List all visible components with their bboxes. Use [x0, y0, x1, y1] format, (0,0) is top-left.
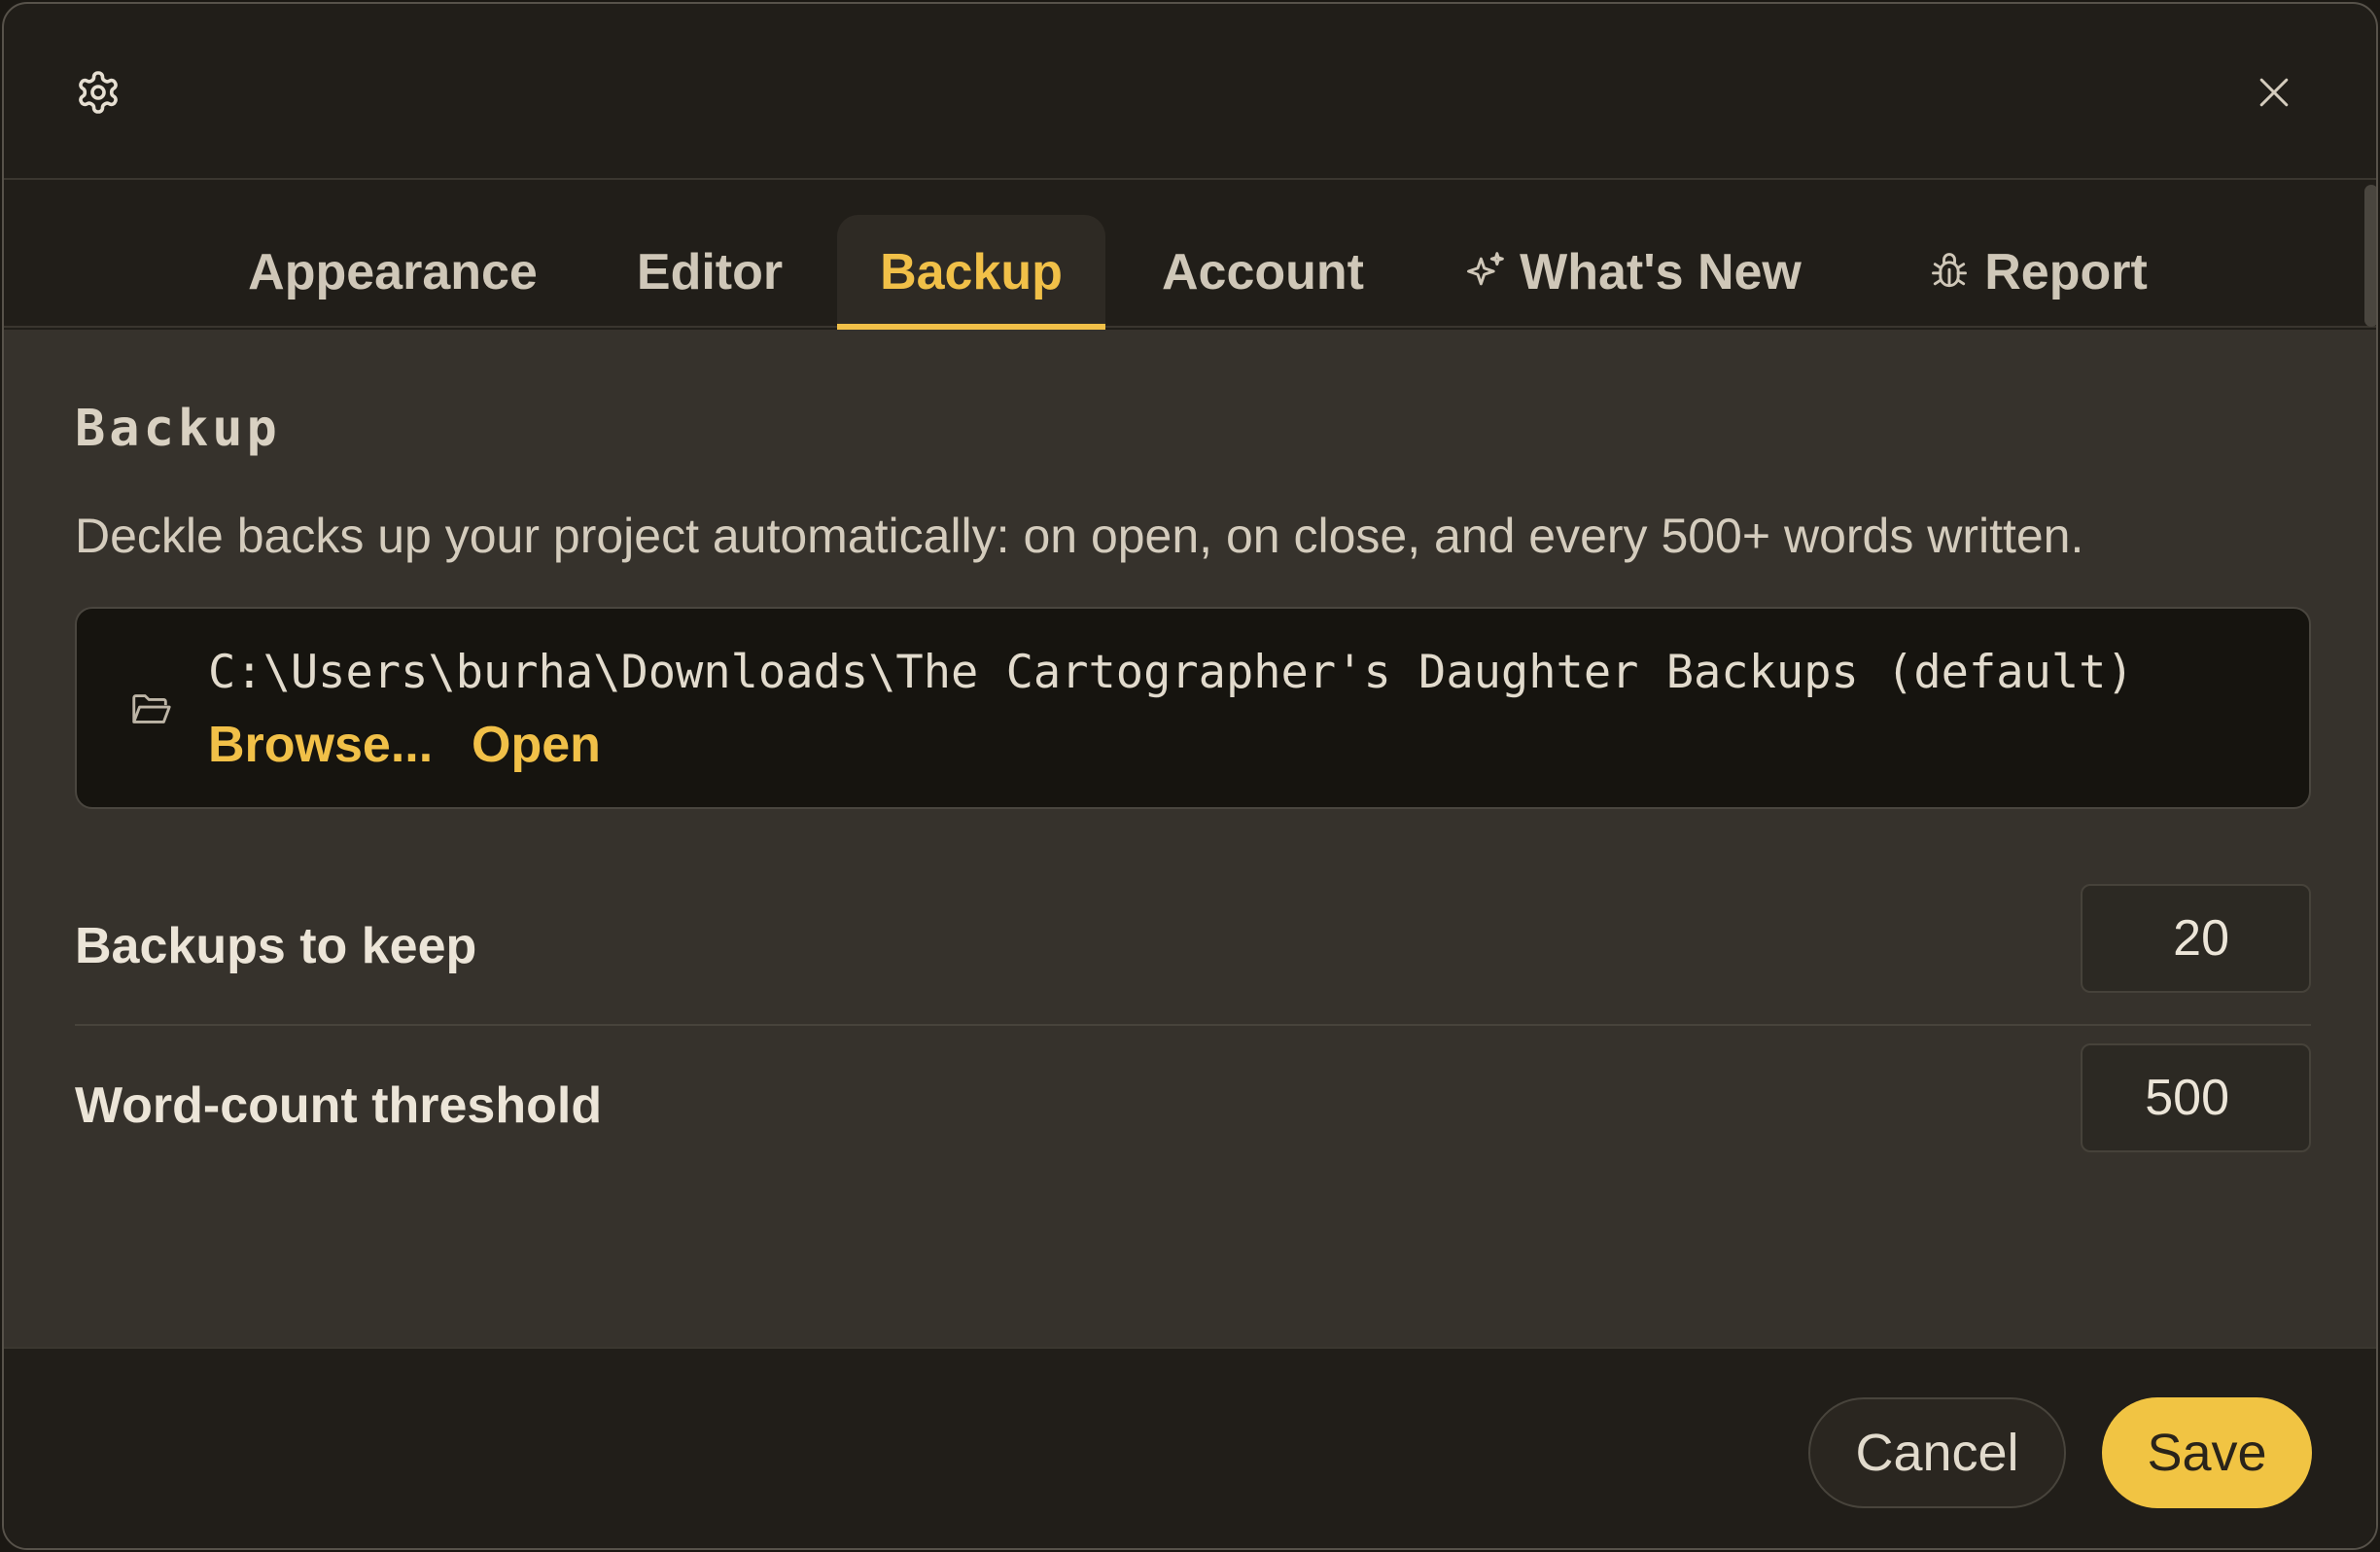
tab-editor[interactable]: Editor	[612, 215, 807, 328]
tab-label: Report	[1984, 244, 2148, 300]
scrollbar-thumb[interactable]	[2364, 185, 2376, 327]
backups-to-keep-row: Backups to keep	[75, 866, 2311, 1026]
tab-label: Editor	[636, 244, 784, 300]
backup-path: C:\Users\burha\Downloads\The Cartographe…	[208, 646, 2134, 699]
save-button[interactable]: Save	[2102, 1397, 2312, 1508]
tab-label: Appearance	[248, 244, 538, 300]
folder-icon	[132, 694, 171, 723]
dialog-header	[4, 4, 2376, 180]
settings-dialog: Appearance Editor Backup Account What's …	[2, 2, 2378, 1550]
tab-backup[interactable]: Backup	[837, 215, 1105, 330]
gear-icon	[79, 71, 118, 114]
tab-appearance[interactable]: Appearance	[228, 215, 558, 328]
sparkle-icon	[1467, 252, 1504, 286]
section-description: Deckle backs up your project automatical…	[75, 509, 2084, 563]
tab-bar: Appearance Editor Backup Account What's …	[4, 182, 2376, 330]
section-title: Backup	[75, 400, 281, 458]
backup-location-box: C:\Users\burha\Downloads\The Cartographe…	[75, 607, 2311, 809]
close-icon[interactable]	[2253, 71, 2295, 114]
tab-label: What's New	[1520, 244, 1802, 300]
backups-to-keep-label: Backups to keep	[75, 918, 477, 974]
browse-link[interactable]: Browse...	[208, 716, 433, 774]
tab-report[interactable]: Report	[1902, 215, 2174, 328]
cancel-button[interactable]: Cancel	[1808, 1397, 2066, 1508]
dialog-footer: Cancel Save	[4, 1347, 2376, 1548]
open-link[interactable]: Open	[472, 716, 601, 774]
word-count-threshold-input[interactable]	[2081, 1043, 2311, 1152]
tab-whats-new[interactable]: What's New	[1452, 215, 1812, 328]
tab-label: Account	[1162, 244, 1364, 300]
word-count-threshold-label: Word-count threshold	[75, 1077, 603, 1134]
bug-icon	[1932, 253, 1968, 288]
tab-account[interactable]: Account	[1141, 215, 1384, 328]
word-count-threshold-row: Word-count threshold	[75, 1026, 2311, 1185]
tab-label: Backup	[880, 244, 1063, 300]
backup-panel: Backup Deckle backs up your project auto…	[4, 330, 2376, 1347]
backups-to-keep-input[interactable]	[2081, 884, 2311, 993]
